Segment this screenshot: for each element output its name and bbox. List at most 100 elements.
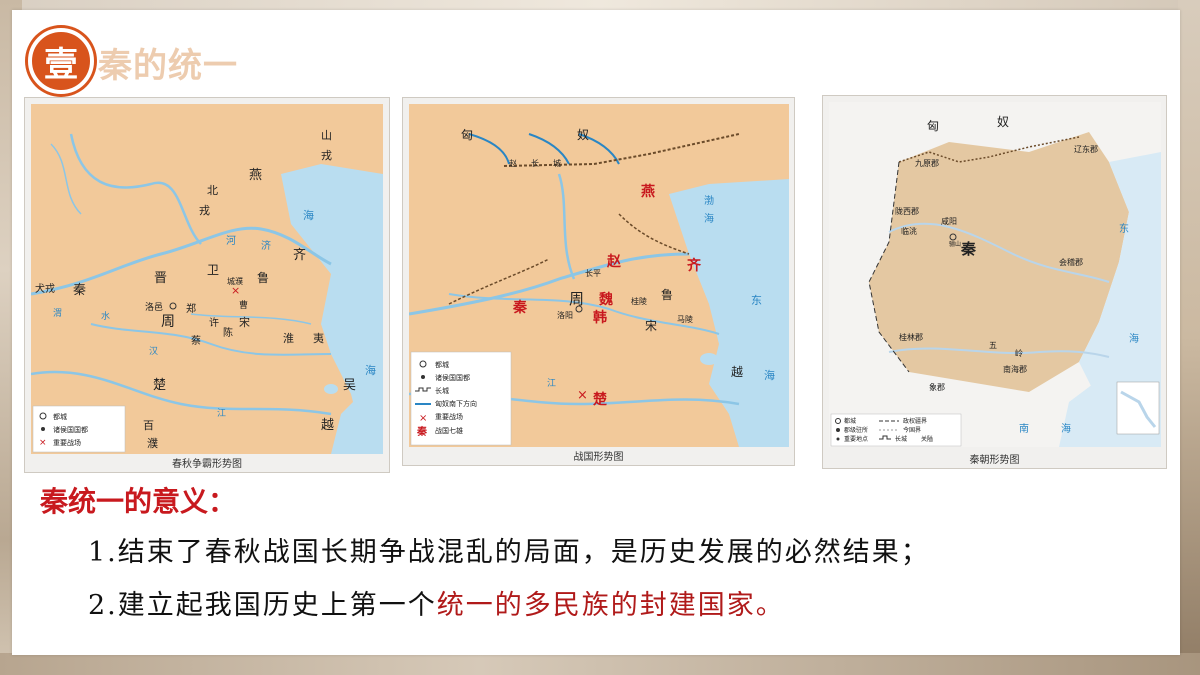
svg-text:×: × xyxy=(231,284,240,297)
map1-label-wei: 卫 xyxy=(207,263,219,277)
section-title: 秦的统一 xyxy=(98,46,238,86)
map2-legend-state-capital: 诸侯国国都 xyxy=(435,373,470,382)
significance-point-2-highlight: 统一的多民族的封建国家。 xyxy=(436,590,785,621)
map3-label-dong: 东 xyxy=(1119,222,1129,235)
map1-label-luoyi: 洛邑 xyxy=(145,301,163,313)
map2-label-sea3: 海 xyxy=(764,368,775,382)
map2-legend-wall: 长城 xyxy=(435,386,449,395)
map2-label-cheng: 城 xyxy=(553,159,561,168)
map3-label-guilin: 桂林郡 xyxy=(899,332,923,342)
map2-label-changping: 长平 xyxy=(585,268,601,278)
map2-label-maling: 马陵 xyxy=(677,315,693,324)
map3-legend-border: 政权疆界 xyxy=(903,417,927,425)
map1-label-zhou: 周 xyxy=(161,314,175,330)
map2-label-nu: 奴 xyxy=(577,128,589,142)
map1-label-jiang: 江 xyxy=(217,408,226,419)
map3-label-nan: 南 xyxy=(1019,422,1029,435)
map1-caption: 春秋争霸形势图 xyxy=(172,459,242,470)
map3-legend-place: 重要地点 xyxy=(844,435,868,443)
map3-label-ling: 岭 xyxy=(1015,348,1023,358)
map1-label-cao: 曹 xyxy=(239,299,248,311)
significance-point-2-prefix: 2.建立起我国历史上第一个 xyxy=(88,590,437,621)
map1-label-rong2: 戎 xyxy=(199,204,210,217)
background-edge-right xyxy=(1178,0,1200,675)
map3-label-sea2: 海 xyxy=(1061,422,1071,435)
map1-legend-battlefield: 重要战场 xyxy=(53,438,81,447)
map1-legend-capital: 都城 xyxy=(53,413,67,421)
map-spring-autumn-graphic: 山 戎 燕 北 戎 海 济 河 齐 卫 城濮 鲁 晋 犬戎 秦 洛邑 郑 曹 周… xyxy=(31,104,383,454)
map2-label-xiong: 匈 xyxy=(461,128,473,142)
map2-label-jiang: 江 xyxy=(547,378,556,389)
map2-legend-seven: 战国七雄 xyxy=(435,426,463,435)
map3-label-longxi: 陇西郡 xyxy=(895,206,919,216)
map2-label-yue: 越 xyxy=(731,365,743,379)
map3-legend-county: 郡级驻所 xyxy=(844,426,868,434)
map2-label-zhao-wall: 赵 xyxy=(509,158,517,168)
map1-label-bei: 北 xyxy=(207,184,218,197)
map-warring-states-graphic: 匈 奴 赵 长 城 燕 渤 海 赵 齐 长平 魏 桂陵 鲁 周 秦 韩 洛阳 马… xyxy=(409,104,789,447)
map1-label-song: 宋 xyxy=(239,315,250,329)
map1-label-huai: 淮 xyxy=(283,332,294,345)
map1-label-zheng: 郑 xyxy=(186,302,196,315)
map1-label-cai: 蔡 xyxy=(191,334,201,347)
map3-legend-wall: 长城 xyxy=(895,435,907,443)
section-number: 壹 xyxy=(44,44,78,85)
map2-label-lu: 鲁 xyxy=(661,288,673,302)
significance-point-2: 2.建立起我国历史上第一个统一的多民族的封建国家。 xyxy=(88,583,785,622)
map3-label-liaodong: 辽东郡 xyxy=(1074,144,1098,154)
map-warring-states: 匈 奴 赵 长 城 燕 渤 海 赵 齐 长平 魏 桂陵 鲁 周 秦 韩 洛阳 马… xyxy=(402,97,795,466)
map1-label-quanrong: 犬戎 xyxy=(35,282,55,295)
map2-label-song: 宋 xyxy=(645,318,657,333)
section-number-badge: 壹 xyxy=(28,28,94,94)
svg-text:×: × xyxy=(577,388,588,403)
significance-point-1: 1.结束了春秋战国长期争战混乱的局面，是历史发展的必然结果； xyxy=(88,537,930,568)
map1-label-rong: 戎 xyxy=(321,149,332,162)
svg-text:×: × xyxy=(39,438,47,448)
map1-label-chen: 陈 xyxy=(223,326,233,339)
map1-label-shui: 水 xyxy=(101,310,110,322)
map2-caption: 战国形势图 xyxy=(573,452,624,463)
map2-legend-battlefield: 重要战场 xyxy=(435,412,463,421)
map1-label-xu: 许 xyxy=(209,317,219,329)
map3-label-nanhai: 南海郡 xyxy=(1003,364,1027,374)
map2-label-dong: 东 xyxy=(751,294,762,307)
map2-label-zhao: 赵 xyxy=(606,253,622,270)
map2-legend-capital: 都城 xyxy=(435,361,449,369)
map1-label-han: 汉 xyxy=(149,346,158,357)
map1-label-lu: 鲁 xyxy=(257,271,269,285)
map2-label-zhou: 周 xyxy=(569,290,584,308)
map1-label-chu: 楚 xyxy=(153,378,166,393)
map3-caption: 秦朝形势图 xyxy=(969,455,1020,466)
map3-label-sea: 海 xyxy=(1129,332,1139,345)
map1-label-yan: 燕 xyxy=(249,168,262,183)
map3-label-xianyang: 咸阳 xyxy=(941,216,957,226)
map2-label-sea: 海 xyxy=(704,212,714,225)
map3-label-lintao: 临洮 xyxy=(901,226,917,236)
map1-label-wei-river: 渭 xyxy=(53,308,62,319)
map1-label-qin: 秦 xyxy=(73,283,86,298)
background-edge-bottom xyxy=(0,653,1200,675)
map3-label-qin: 秦 xyxy=(960,240,977,258)
map1-label-jin: 晋 xyxy=(154,271,167,286)
map3-label-nu: 奴 xyxy=(997,115,1009,129)
map2-label-qin: 秦 xyxy=(512,299,528,316)
map1-label-yi: 夷 xyxy=(313,332,324,345)
map1-label-qi: 齐 xyxy=(293,247,306,263)
map1-label-yue: 越 xyxy=(321,418,334,433)
map1-label-ji: 济 xyxy=(261,239,271,252)
map2-label-wei: 魏 xyxy=(598,291,613,308)
map2-label-yan: 燕 xyxy=(641,183,655,200)
map3-label-xiang: 象郡 xyxy=(929,382,945,392)
map1-label-sea2: 海 xyxy=(365,363,376,377)
map3-label-kuaiji: 会稽郡 xyxy=(1059,257,1083,267)
map1-label-wu: 吴 xyxy=(343,378,356,393)
map3-label-xiong: 匈 xyxy=(927,119,939,133)
map3-legend-modern: 今国界 xyxy=(903,426,921,434)
map-qin-dynasty: 匈 奴 辽东郡 九原郡 陇西郡 咸阳 临洮 骊山 秦 会稽郡 东 桂林郡 五 岭… xyxy=(822,95,1167,469)
significance-heading: 秦统一的意义： xyxy=(40,485,237,518)
map2-label-chu: 楚 xyxy=(592,391,608,408)
map1-label-sea: 海 xyxy=(303,208,314,222)
map2-label-chang: 长 xyxy=(531,158,539,168)
map2-label-han: 韩 xyxy=(593,309,607,326)
map2-legend-qin-sample: 秦 xyxy=(416,425,428,438)
